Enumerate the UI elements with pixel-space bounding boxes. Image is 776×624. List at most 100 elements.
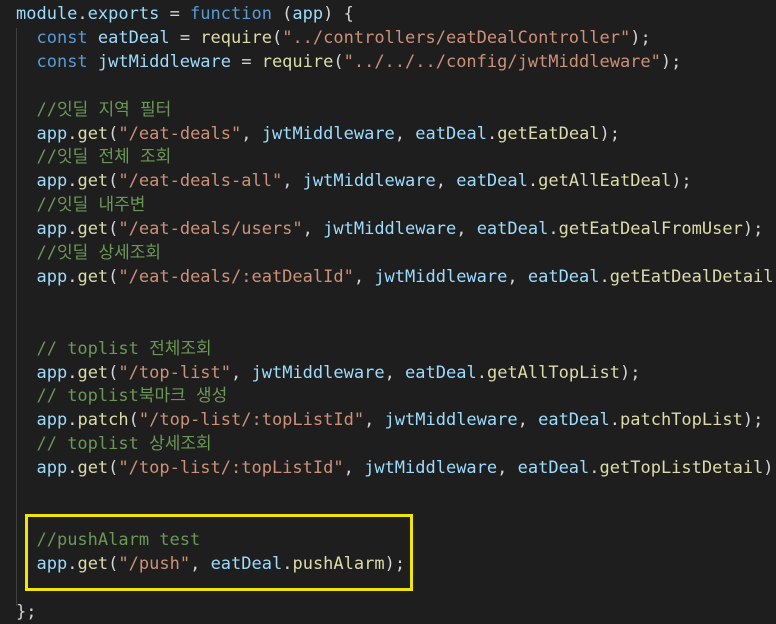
- code-token: module: [16, 4, 78, 24]
- code-token: );: [742, 410, 764, 431]
- code-token: (: [108, 171, 119, 192]
- code-token: getAllTopList: [486, 362, 621, 383]
- code-token: .: [67, 171, 78, 192]
- code-token: patch: [77, 410, 129, 431]
- code-token: get: [77, 123, 109, 144]
- code-token: app: [36, 171, 68, 192]
- code-token: .: [67, 458, 78, 479]
- code-token: ,: [497, 458, 518, 479]
- code-token: .: [67, 219, 78, 240]
- code-token: ,: [507, 266, 528, 287]
- code-editor[interactable]: module.exports = function (app) { const …: [0, 0, 776, 623]
- code-token: //잇딜 전체 조회: [36, 147, 172, 168]
- code-token: app: [36, 123, 68, 144]
- code-token: require: [200, 27, 272, 48]
- code-token: eatDeal: [527, 266, 600, 287]
- code-token: .: [599, 266, 610, 287]
- code-line[interactable]: // toplist 상세조회: [16, 432, 212, 456]
- code-token: app: [292, 4, 324, 24]
- code-token: (: [108, 123, 119, 144]
- code-token: // toplist북마크 생성: [36, 386, 228, 407]
- code-token: // toplist 상세조회: [36, 434, 212, 455]
- code-line[interactable]: const jwtMiddleware = require("../../../…: [16, 50, 681, 74]
- code-token: "/eat-deals/users": [118, 219, 303, 240]
- code-token: eatDeal: [97, 27, 170, 48]
- code-line[interactable]: app.get("/top-list/:topListId", jwtMiddl…: [16, 456, 776, 480]
- code-token: =: [159, 4, 191, 24]
- code-token: "/top-list": [118, 362, 232, 383]
- code-line[interactable]: app.get("/eat-deals", jwtMiddleware, eat…: [16, 122, 620, 146]
- code-token: require: [261, 51, 334, 72]
- code-token: };: [16, 601, 37, 622]
- code-token: "../../../config/jwtMiddleware": [343, 51, 661, 72]
- code-token: );: [630, 27, 651, 48]
- code-token: jwtMiddleware: [384, 410, 518, 431]
- code-token: "/eat-deals/:eatDealId": [118, 266, 354, 287]
- code-token: eatDeal: [405, 362, 477, 383]
- code-line[interactable]: const eatDeal = require("../controllers/…: [16, 26, 651, 50]
- code-token: ,: [394, 123, 416, 144]
- code-token: (: [333, 51, 344, 72]
- code-token: .: [77, 4, 88, 24]
- code-token: "/eat-deals": [118, 123, 242, 144]
- code-token: app: [36, 458, 68, 479]
- code-token: =: [230, 51, 262, 72]
- code-token: ,: [353, 266, 375, 287]
- code-token: jwtMiddleware: [323, 219, 457, 240]
- code-token: get: [77, 219, 109, 240]
- code-token: jwtMiddleware: [251, 362, 385, 383]
- code-token: );: [660, 51, 682, 72]
- code-token: get: [77, 458, 109, 479]
- code-token: //잇딜 지역 필터: [36, 99, 172, 120]
- code-token: .: [548, 219, 559, 240]
- code-line[interactable]: //잇딜 내주변: [16, 193, 145, 217]
- code-token: (: [271, 4, 293, 24]
- code-token: //잇딜 상세조회: [36, 243, 162, 263]
- code-token: get: [77, 362, 109, 383]
- code-token: =: [169, 27, 201, 48]
- code-token: ,: [517, 410, 539, 431]
- code-token: .: [67, 410, 78, 431]
- code-token: app: [36, 410, 68, 431]
- code-line[interactable]: app.get("/top-list", jwtMiddleware, eatD…: [16, 361, 640, 385]
- code-line[interactable]: //잇딜 지역 필터: [16, 98, 171, 122]
- code-line[interactable]: app.patch("/top-list/:topListId", jwtMid…: [16, 408, 763, 432]
- code-token: ,: [241, 123, 262, 144]
- code-token: function: [190, 4, 272, 24]
- code-line[interactable]: app.get("/eat-deals/:eatDealId", jwtMidd…: [16, 265, 776, 289]
- code-token: jwtMiddleware: [97, 51, 231, 72]
- code-token: ,: [231, 362, 252, 383]
- code-line[interactable]: app.get("/eat-deals/users", jwtMiddlewar…: [16, 217, 763, 241]
- code-token: ,: [456, 219, 477, 240]
- code-token: ,: [435, 171, 457, 192]
- code-token: getEatDealFromUser: [558, 219, 743, 240]
- code-token: );: [671, 171, 692, 192]
- code-line[interactable]: // toplist 전체조회: [16, 337, 212, 361]
- code-line[interactable]: module.exports = function (app) {: [16, 2, 354, 26]
- code-token: const: [36, 51, 88, 72]
- code-token: .: [486, 123, 498, 144]
- code-token: get: [77, 171, 109, 192]
- code-token: // toplist 전체조회: [36, 338, 212, 359]
- code-line[interactable]: app.get("/eat-deals-all", jwtMiddleware,…: [16, 169, 692, 193]
- code-token: .: [67, 362, 78, 383]
- code-line[interactable]: //잇딜 전체 조회: [16, 145, 171, 169]
- code-token: getEatDeal: [497, 123, 600, 144]
- code-token: "/top-list/:topListId": [138, 410, 365, 431]
- code-line[interactable]: //잇딜 상세조회: [16, 241, 161, 265]
- code-token: //잇딜 내주변: [36, 195, 146, 216]
- code-token: get: [77, 266, 109, 287]
- code-token: jwtMiddleware: [374, 266, 508, 287]
- code-line[interactable]: };: [16, 600, 36, 624]
- code-token: );: [763, 458, 776, 479]
- code-line[interactable]: // toplist북마크 생성: [16, 384, 227, 408]
- code-token: ,: [384, 362, 406, 383]
